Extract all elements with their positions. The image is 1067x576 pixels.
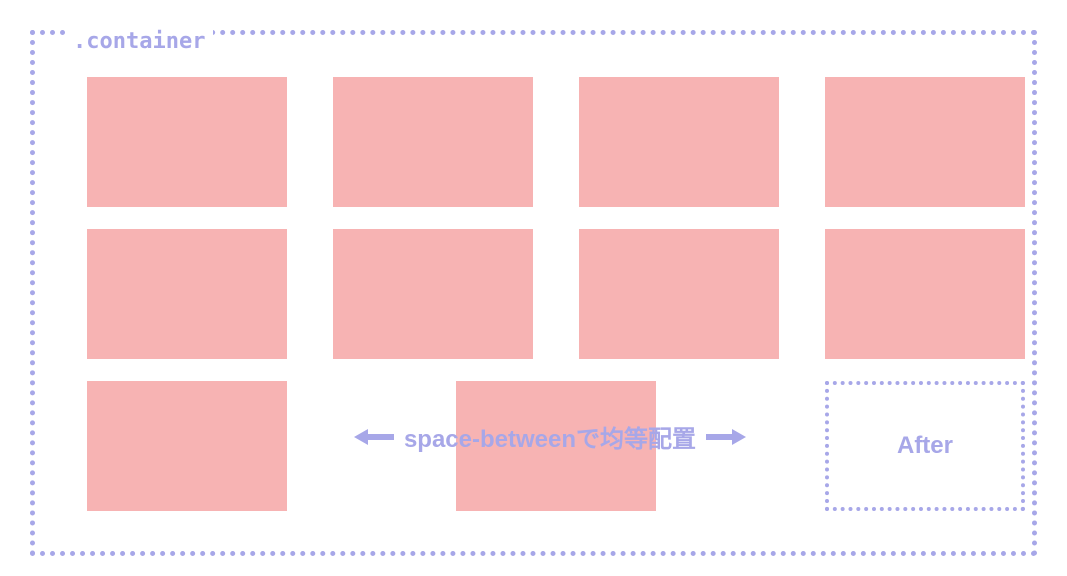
flex-item	[579, 229, 779, 359]
flex-item	[579, 77, 779, 207]
flex-item	[333, 229, 533, 359]
container-label: .container	[65, 29, 213, 54]
arrow-right-icon	[706, 428, 746, 446]
diagram-stage: .container After space-betweenで均等配置	[20, 20, 1047, 556]
flex-item	[333, 77, 533, 207]
after-label: After	[897, 432, 953, 460]
flex-item	[87, 229, 287, 359]
flex-item	[87, 77, 287, 207]
after-pseudo-element: After	[825, 381, 1025, 511]
container-outline: .container After space-betweenで均等配置	[30, 30, 1037, 556]
annotation-text: space-betweenで均等配置	[404, 419, 696, 454]
flex-item	[825, 229, 1025, 359]
arrow-left-icon	[354, 428, 394, 446]
flex-item	[87, 381, 287, 511]
annotation: space-betweenで均等配置	[315, 419, 785, 454]
flex-item	[825, 77, 1025, 207]
